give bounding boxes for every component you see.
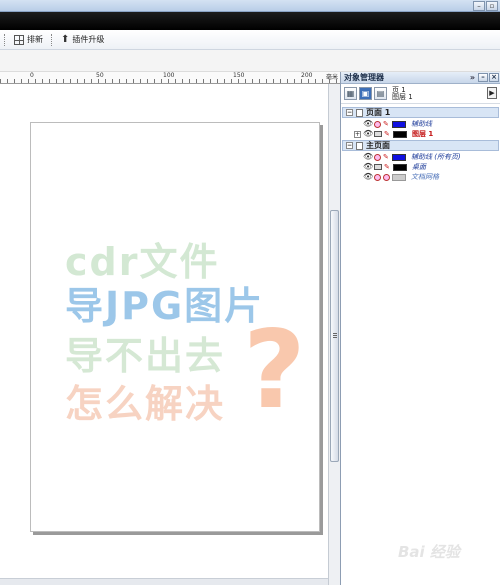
- layer-color-swatch[interactable]: [392, 120, 406, 128]
- plugin-upgrade-label: 插件升级: [72, 35, 105, 44]
- panel-menu-arrow-icon[interactable]: ▶: [487, 87, 497, 99]
- expand-icon[interactable]: +: [354, 130, 361, 138]
- eye-icon[interactable]: 👁: [363, 163, 373, 171]
- minimize-button[interactable]: –: [473, 1, 485, 11]
- pencil-icon[interactable]: ✎: [383, 120, 390, 128]
- layer-label: 辅助线: [411, 120, 432, 128]
- restore-button[interactable]: ▫: [486, 1, 498, 11]
- window-controls: – ▫: [473, 1, 498, 11]
- plugin-upgrade-button[interactable]: ⬆ 插件升级: [57, 32, 108, 48]
- page-icon: [356, 108, 363, 117]
- ruler-mark: 100: [163, 72, 175, 79]
- edit-across-layers-icon[interactable]: ▣: [359, 87, 372, 100]
- ruler-mark: 150: [233, 72, 245, 79]
- current-layer-info: 页 1 图层 1: [392, 86, 413, 101]
- printer-icon[interactable]: [374, 164, 382, 170]
- page-icon: [356, 141, 363, 150]
- expand-arrows-icon[interactable]: »: [470, 73, 475, 82]
- object-manager-panel: 对象管理器 » – × ▦ ▣ ▤ 页 1 图层 1 ▶ − 页面 1 👁 ✎ …: [340, 72, 500, 585]
- layer-color-swatch[interactable]: [392, 173, 406, 181]
- current-layer-label: 图层 1: [392, 92, 413, 101]
- panel-controls: » – ×: [470, 73, 499, 82]
- layer-label: 桌面: [412, 163, 426, 171]
- horizontal-ruler[interactable]: 0 50 100 150 200 毫米: [0, 72, 340, 84]
- layer-row[interactable]: 👁 ✎ 辅助线 (所有页): [341, 152, 500, 162]
- ruler-mark: 200: [301, 72, 313, 79]
- property-bar: [0, 50, 500, 72]
- page-label: 主页面: [366, 141, 390, 150]
- print-disabled-icon[interactable]: [374, 173, 381, 181]
- layout-button[interactable]: 排新: [10, 32, 47, 48]
- layer-row[interactable]: 👁 文档网格: [341, 172, 500, 182]
- scroll-thumb[interactable]: [330, 210, 339, 462]
- question-mark: ?: [243, 308, 306, 433]
- layer-label: 辅助线 (所有页): [411, 153, 461, 161]
- scroll-grip-icon: [333, 333, 337, 339]
- panel-minimize-button[interactable]: –: [478, 73, 488, 82]
- layer-color-swatch[interactable]: [393, 130, 407, 138]
- drawing-canvas[interactable]: cdr文件 导JPG图片 导不出去 怎么解决 ?: [0, 84, 328, 585]
- watermark-line-4: 怎么解决: [65, 382, 226, 426]
- panel-close-button[interactable]: ×: [489, 73, 499, 82]
- tree-master-page[interactable]: − 主页面: [342, 140, 499, 151]
- layer-label: 图层 1: [412, 130, 434, 138]
- ruler-mark: 50: [96, 72, 104, 79]
- toolbar-grip[interactable]: [4, 33, 6, 46]
- layer-row[interactable]: 👁 ✎ 桌面: [341, 162, 500, 172]
- pencil-icon[interactable]: ✎: [384, 130, 391, 138]
- show-properties-icon[interactable]: ▦: [344, 87, 357, 100]
- layer-color-swatch[interactable]: [393, 163, 407, 171]
- ruler-mark: 0: [30, 72, 34, 79]
- page-label: 页面 1: [366, 108, 391, 117]
- watermark-line-3: 导不出去: [65, 334, 226, 378]
- upload-arrow-icon: ⬆: [61, 33, 70, 45]
- printer-icon[interactable]: [374, 131, 382, 137]
- layer-row[interactable]: + 👁 ✎ 图层 1: [341, 129, 500, 139]
- watermark-line-2: 导JPG图片: [65, 284, 265, 328]
- lock-icon[interactable]: [383, 173, 390, 181]
- eye-icon[interactable]: 👁: [363, 120, 373, 128]
- ruler-ticks: [0, 79, 340, 83]
- eye-icon[interactable]: 👁: [363, 130, 373, 138]
- horizontal-scrollbar[interactable]: [0, 578, 328, 585]
- layer-row[interactable]: 👁 ✎ 辅助线: [341, 119, 500, 129]
- print-disabled-icon[interactable]: [374, 120, 381, 128]
- layer-label: 文档网格: [411, 173, 439, 181]
- pencil-icon[interactable]: ✎: [384, 163, 391, 171]
- toolbar: 排新 ⬆ 插件升级: [0, 30, 500, 50]
- eye-icon[interactable]: 👁: [363, 173, 373, 181]
- collapse-icon[interactable]: −: [346, 142, 353, 149]
- layer-manager-view-icon[interactable]: ▤: [374, 87, 387, 100]
- layer-color-swatch[interactable]: [392, 153, 406, 161]
- grid-icon: [14, 34, 24, 45]
- object-tree: − 页面 1 👁 ✎ 辅助线 + 👁 ✎ 图层 1 − 主页面 👁 ✎ 辅助线 …: [341, 104, 500, 182]
- panel-title: 对象管理器: [344, 73, 384, 82]
- tree-page-1[interactable]: − 页面 1: [342, 107, 499, 118]
- toolbar-grip[interactable]: [51, 33, 53, 46]
- baidu-watermark: Bai 经验: [398, 543, 460, 561]
- panel-title-bar: 对象管理器 » – ×: [341, 72, 500, 84]
- pencil-icon[interactable]: ✎: [383, 153, 390, 161]
- collapse-icon[interactable]: −: [346, 109, 353, 116]
- layout-label: 排新: [27, 35, 43, 44]
- menu-bar: [0, 12, 500, 30]
- document-page[interactable]: cdr文件 导JPG图片 导不出去 怎么解决 ?: [30, 122, 320, 532]
- window-titlebar: – ▫: [0, 0, 500, 12]
- panel-toolbar: ▦ ▣ ▤ 页 1 图层 1 ▶: [341, 84, 500, 104]
- print-disabled-icon[interactable]: [374, 153, 381, 161]
- vertical-scrollbar[interactable]: [328, 84, 340, 585]
- eye-icon[interactable]: 👁: [363, 153, 373, 161]
